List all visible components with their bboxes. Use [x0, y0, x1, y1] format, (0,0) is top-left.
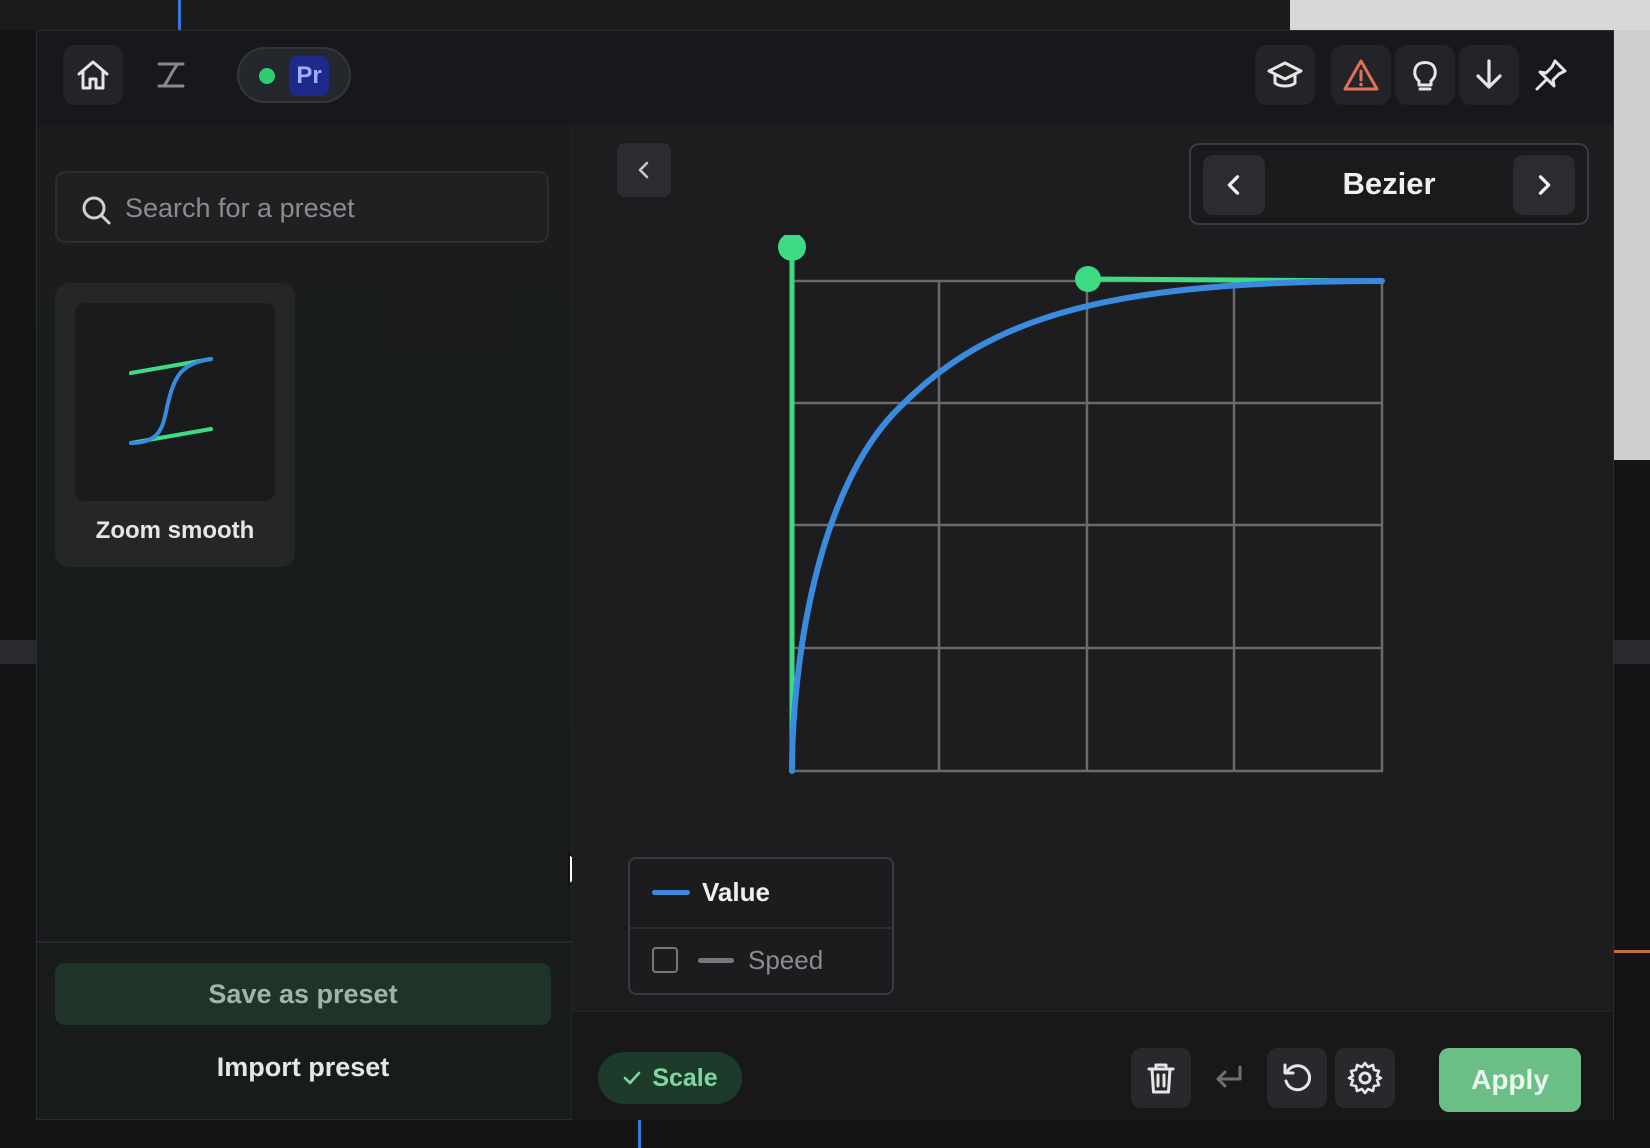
- pin-button[interactable]: [1521, 45, 1581, 105]
- host-app-playhead: [178, 0, 181, 30]
- curve-tool-icon: [157, 62, 185, 88]
- return-icon: [1216, 1065, 1242, 1088]
- home-icon: [77, 60, 109, 90]
- settings-button[interactable]: [1335, 1048, 1395, 1108]
- return-button[interactable]: [1199, 1048, 1259, 1108]
- preset-panel: Zoom smooth Save as preset Import preset: [37, 125, 572, 1119]
- host-app-playhead-bottom: [638, 1118, 641, 1148]
- legend-speed-label: Speed: [748, 945, 824, 975]
- tutorials-button[interactable]: [1255, 45, 1315, 105]
- host-app-indicator[interactable]: Pr: [237, 47, 351, 103]
- ease-curve-thumbnail-icon: [129, 357, 213, 445]
- legend-speed-row[interactable]: Speed: [630, 927, 892, 995]
- host-app-track: [0, 640, 36, 664]
- chevron-left-icon: [1227, 175, 1240, 195]
- scale-label: Scale: [652, 1063, 718, 1092]
- preset-actions: Save as preset Import preset: [37, 941, 571, 1121]
- search-input[interactable]: [123, 187, 527, 229]
- host-app-track-right: [1614, 640, 1650, 664]
- curve-type-selector: Bezier: [1189, 143, 1589, 225]
- bezier-graph[interactable]: [692, 235, 1412, 845]
- premiere-badge: Pr: [289, 56, 329, 96]
- legend-value-row: Value: [630, 859, 892, 929]
- next-type-button[interactable]: [1513, 155, 1575, 215]
- download-button[interactable]: [1459, 45, 1519, 105]
- tips-button[interactable]: [1395, 45, 1455, 105]
- preset-name: Zoom smooth: [95, 517, 255, 544]
- host-app-video-preview: [1290, 0, 1650, 30]
- connection-status-dot: [259, 68, 275, 84]
- chevron-left-icon: [638, 161, 649, 179]
- curve-tool-button[interactable]: [141, 45, 201, 105]
- warning-button[interactable]: [1331, 45, 1391, 105]
- apply-button[interactable]: Apply: [1439, 1048, 1581, 1112]
- legend-value-label: Value: [702, 877, 770, 907]
- chevron-right-icon: [1538, 175, 1551, 195]
- check-icon: [624, 1071, 641, 1085]
- host-app-marker: [1612, 950, 1650, 953]
- save-as-preset-button[interactable]: Save as preset: [55, 963, 551, 1025]
- graph-grid: [790, 279, 1384, 773]
- value-swatch: [652, 890, 690, 895]
- speed-checkbox[interactable]: [652, 947, 678, 973]
- import-preset-button[interactable]: Import preset: [55, 1037, 551, 1097]
- graduation-cap-icon: [1267, 61, 1303, 88]
- home-button[interactable]: [63, 45, 123, 105]
- host-app-video-preview-edge: [1610, 30, 1650, 460]
- graph-legend: Value Speed: [628, 857, 894, 995]
- trash-icon: [1147, 1063, 1175, 1094]
- gear-icon: [1347, 1061, 1383, 1095]
- scale-property-chip[interactable]: Scale: [598, 1052, 742, 1104]
- warning-icon: [1343, 59, 1379, 91]
- preset-card[interactable]: Zoom smooth: [55, 283, 295, 567]
- download-arrow-icon: [1476, 59, 1502, 89]
- preset-search[interactable]: [55, 171, 549, 243]
- speed-swatch: [698, 958, 734, 963]
- top-toolbar: Pr: [37, 31, 1613, 126]
- collapse-panel-button[interactable]: [617, 143, 671, 197]
- reset-icon: [1283, 1063, 1312, 1092]
- preset-thumbnail: [75, 303, 275, 501]
- easing-plugin-window: Pr Search for a preset Zoom smooth Save …: [36, 30, 1614, 1120]
- end-control-point[interactable]: [1075, 266, 1101, 292]
- pin-icon: [1535, 59, 1567, 91]
- delete-button[interactable]: [1131, 1048, 1191, 1108]
- previous-type-button[interactable]: [1203, 155, 1265, 215]
- lightbulb-icon: [1413, 61, 1437, 91]
- reset-button[interactable]: [1267, 1048, 1327, 1108]
- curve-type-label: Bezier: [1342, 166, 1436, 201]
- search-icon: [82, 196, 111, 225]
- editor-bottom-bar: Scale Apply: [572, 1011, 1613, 1120]
- curve-editor: Bezier Value Speed Scale Apply: [572, 125, 1613, 1120]
- start-control-point[interactable]: [778, 235, 806, 261]
